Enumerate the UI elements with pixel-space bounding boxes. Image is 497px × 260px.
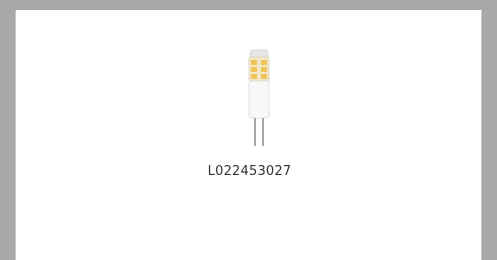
- product-card[interactable]: L022453027: [15, 10, 482, 260]
- product-code: L022453027: [207, 164, 292, 179]
- led-bulb-image: [248, 49, 270, 146]
